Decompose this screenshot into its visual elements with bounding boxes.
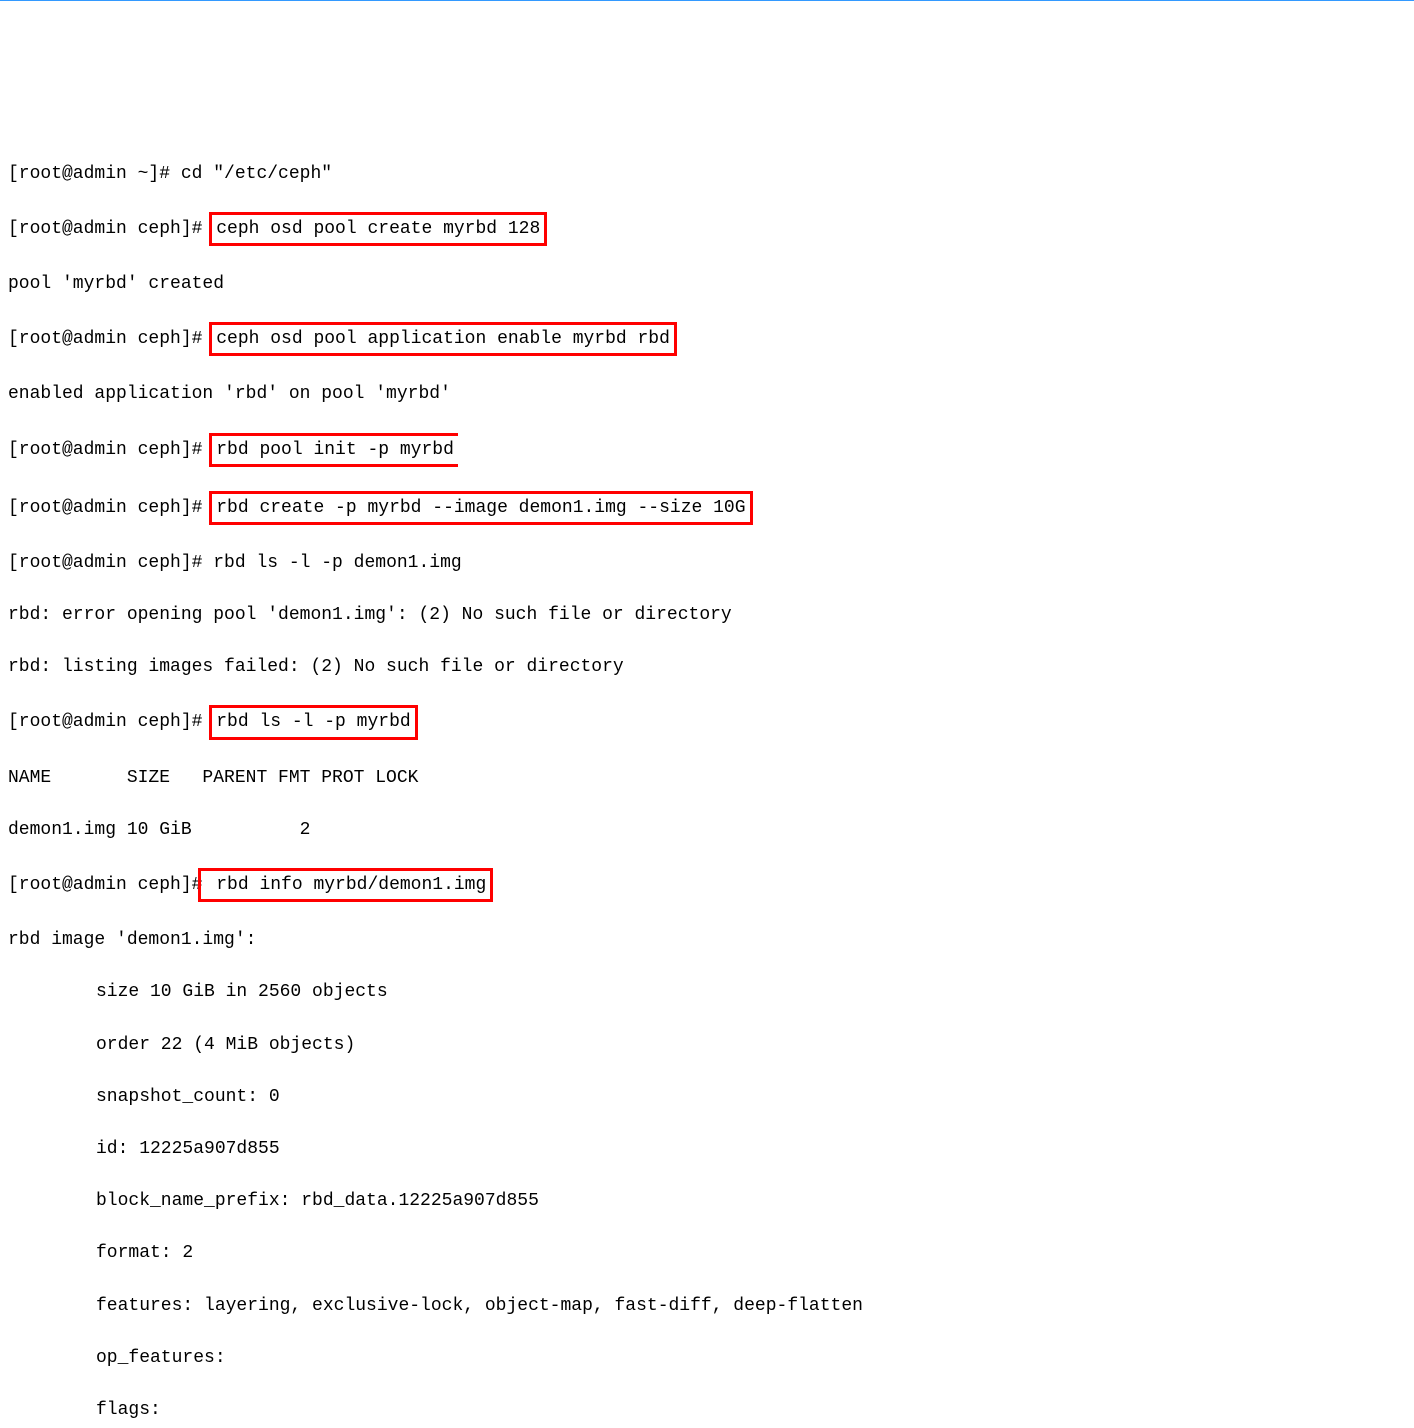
info-line: id: 12225a907d855 <box>8 1136 1406 1162</box>
prompt: [root@admin ceph]# <box>8 553 213 573</box>
table-row: demon1.img 10 GiB 2 <box>8 817 1406 843</box>
terminal-line[interactable]: [root@admin ceph]# rbd ls -l -p demon1.i… <box>8 550 1406 576</box>
highlighted-command: rbd ls -l -p myrbd <box>209 705 417 739</box>
terminal-line[interactable]: [root@admin ceph]# rbd pool init -p myrb… <box>8 434 1406 466</box>
terminal-output: rbd: listing images failed: (2) No such … <box>8 654 1406 680</box>
command-text: rbd ls -l -p demon1.img <box>213 553 461 573</box>
highlighted-command: ceph osd pool application enable myrbd r… <box>209 322 677 356</box>
prompt: [root@admin ceph]# <box>8 329 213 349</box>
prompt: [root@admin ~]# <box>8 164 181 184</box>
command-text: cd "/etc/ceph" <box>181 164 332 184</box>
terminal-line[interactable]: [root@admin ceph]# ceph osd pool applica… <box>8 323 1406 355</box>
table-header: NAME SIZE PARENT FMT PROT LOCK <box>8 765 1406 791</box>
info-line: op_features: <box>8 1345 1406 1371</box>
highlighted-command: rbd info myrbd/demon1.img <box>198 868 493 902</box>
highlighted-command: rbd pool init -p myrbd <box>209 433 458 467</box>
terminal-line[interactable]: [root@admin ceph]# ceph osd pool create … <box>8 213 1406 245</box>
prompt: [root@admin ceph]# <box>8 498 213 518</box>
terminal-output: enabled application 'rbd' on pool 'myrbd… <box>8 381 1406 407</box>
info-line: block_name_prefix: rbd_data.12225a907d85… <box>8 1188 1406 1214</box>
terminal-line[interactable]: [root@admin ceph]# rbd ls -l -p myrbd <box>8 706 1406 738</box>
terminal-output: rbd: error opening pool 'demon1.img': (2… <box>8 602 1406 628</box>
terminal-line[interactable]: [root@admin ceph]# rbd create -p myrbd -… <box>8 492 1406 524</box>
terminal-output: pool 'myrbd' created <box>8 271 1406 297</box>
info-line: size 10 GiB in 2560 objects <box>8 979 1406 1005</box>
terminal-output: rbd image 'demon1.img': <box>8 927 1406 953</box>
prompt: [root@admin ceph]# <box>8 712 213 732</box>
info-line: flags: <box>8 1397 1406 1423</box>
prompt: [root@admin ceph]# <box>8 219 213 239</box>
highlighted-command: rbd create -p myrbd --image demon1.img -… <box>209 491 752 525</box>
terminal-line[interactable]: [root@admin ceph]# rbd info myrbd/demon1… <box>8 869 1406 901</box>
info-line: features: layering, exclusive-lock, obje… <box>8 1293 1406 1319</box>
info-line: order 22 (4 MiB objects) <box>8 1032 1406 1058</box>
info-line: format: 2 <box>8 1240 1406 1266</box>
info-line: snapshot_count: 0 <box>8 1084 1406 1110</box>
terminal-line[interactable]: [root@admin ~]# cd "/etc/ceph" <box>8 161 1406 187</box>
highlighted-command: ceph osd pool create myrbd 128 <box>209 212 547 246</box>
top-border <box>0 0 1414 1</box>
prompt: [root@admin ceph]# <box>8 440 213 460</box>
prompt: [root@admin ceph]# <box>8 875 202 895</box>
